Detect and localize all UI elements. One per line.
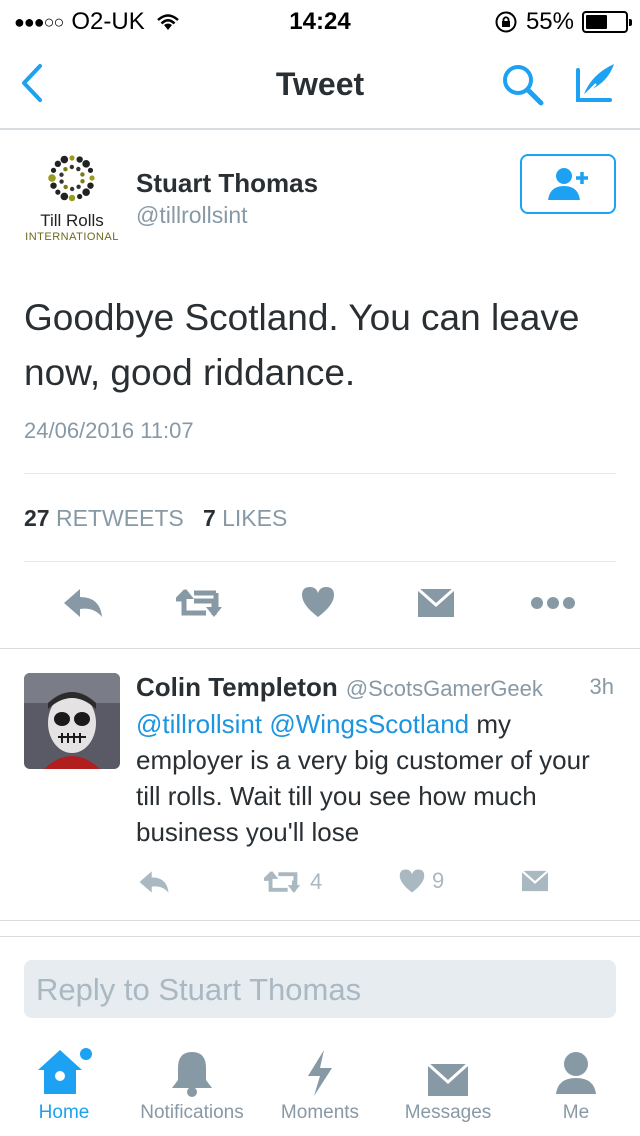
tweet-text: Goodbye Scotland. You can leave now, goo… bbox=[24, 297, 580, 393]
status-right: 55% bbox=[494, 8, 632, 36]
reply-actions: 4 9 bbox=[0, 868, 640, 902]
reply-message-button[interactable] bbox=[520, 868, 550, 894]
tweet-actions bbox=[0, 585, 640, 625]
more-button[interactable] bbox=[530, 585, 576, 626]
envelope-icon bbox=[417, 587, 455, 617]
likes-count: 7 bbox=[202, 505, 216, 531]
reply-author-line: Colin Templeton @ScotsGamerGeek bbox=[136, 672, 543, 703]
tab-me[interactable]: Me bbox=[512, 1040, 640, 1124]
battery-percent: 55% bbox=[525, 8, 574, 35]
reply-icon bbox=[64, 589, 102, 617]
retweet-label: RETWEETS bbox=[55, 505, 184, 531]
divider bbox=[0, 920, 640, 921]
reply-like-button[interactable]: 9 bbox=[398, 868, 444, 894]
retweet-icon bbox=[171, 589, 222, 617]
reply-retweet-button[interactable]: 4 bbox=[264, 868, 322, 896]
reply-button[interactable] bbox=[62, 585, 104, 626]
reply-like-count: 9 bbox=[432, 868, 445, 893]
divider bbox=[0, 936, 640, 937]
reply-avatar[interactable] bbox=[24, 673, 120, 769]
envelope-icon bbox=[426, 1062, 470, 1096]
reply-input[interactable]: Reply to Stuart Thomas bbox=[24, 960, 616, 1018]
reply-reply-button[interactable] bbox=[138, 868, 170, 896]
add-user-icon bbox=[548, 168, 588, 200]
lightning-icon bbox=[308, 1050, 332, 1096]
tab-label: Messages bbox=[404, 1102, 492, 1123]
envelope-icon bbox=[521, 870, 549, 892]
compose-button[interactable] bbox=[572, 60, 618, 111]
like-button[interactable] bbox=[300, 585, 336, 624]
tweet-timestamp: 24/06/2016 11:07 bbox=[24, 418, 194, 443]
reply-text: @tillrollsint @WingsScotland my employer… bbox=[136, 706, 616, 850]
tab-home[interactable]: Home bbox=[0, 1040, 128, 1124]
till-rolls-logo-icon bbox=[48, 155, 95, 202]
divider bbox=[0, 648, 640, 649]
retweet-count: 27 bbox=[24, 505, 50, 531]
status-bar: ●●●○○ O2-UK 14:24 55% bbox=[0, 0, 640, 40]
battery-icon bbox=[582, 11, 632, 33]
compose-quill-icon bbox=[576, 64, 614, 102]
message-button[interactable] bbox=[416, 585, 456, 626]
battery-fill bbox=[586, 15, 607, 29]
tab-label: Me bbox=[562, 1102, 590, 1123]
reply-author[interactable]: Colin Templeton bbox=[136, 672, 338, 702]
tab-notifications[interactable]: Notifications bbox=[128, 1040, 256, 1124]
author-avatar[interactable]: Till Rolls INTERNATIONAL bbox=[22, 152, 122, 247]
tab-moments[interactable]: Moments bbox=[256, 1040, 384, 1124]
author-name[interactable]: Stuart Thomas bbox=[136, 168, 318, 199]
bell-icon bbox=[172, 1052, 212, 1097]
face-paint-avatar-icon bbox=[24, 673, 120, 769]
tab-label: Notifications bbox=[140, 1102, 244, 1123]
mention-link[interactable]: @WingsScotland bbox=[269, 709, 469, 739]
reply-icon bbox=[139, 871, 169, 893]
tab-label: Moments bbox=[280, 1102, 360, 1123]
likes-stat[interactable]: 7 LIKES bbox=[203, 505, 287, 531]
search-icon bbox=[503, 65, 544, 106]
logo-subtitle: INTERNATIONAL bbox=[25, 231, 119, 243]
retweet-button[interactable] bbox=[171, 585, 224, 626]
tab-messages[interactable]: Messages bbox=[384, 1040, 512, 1124]
mention-link[interactable]: @tillrollsint bbox=[136, 709, 262, 739]
more-icon bbox=[531, 597, 575, 609]
logo-name: Till Rolls bbox=[40, 211, 104, 230]
follow-button[interactable] bbox=[520, 154, 616, 214]
search-button[interactable] bbox=[500, 62, 546, 113]
author-handle[interactable]: @tillrollsint bbox=[136, 202, 248, 229]
divider bbox=[24, 473, 616, 474]
divider bbox=[24, 561, 616, 562]
heart-icon bbox=[399, 869, 425, 893]
retweet-stat[interactable]: 27 RETWEETS bbox=[24, 505, 184, 531]
home-icon bbox=[38, 1048, 92, 1094]
reply-time: 3h bbox=[589, 674, 614, 699]
reply-placeholder: Reply to Stuart Thomas bbox=[36, 972, 362, 1007]
person-icon bbox=[556, 1052, 596, 1094]
tab-bar: Home Notifications Moments Messages Me bbox=[0, 1040, 640, 1136]
reply-retweet-count: 4 bbox=[310, 869, 323, 894]
heart-icon bbox=[302, 587, 334, 617]
tweet-stats: 27 RETWEETS 7 LIKES bbox=[24, 505, 287, 532]
nav-bar: Tweet bbox=[0, 40, 640, 130]
reply-handle[interactable]: @ScotsGamerGeek bbox=[346, 676, 543, 701]
rotation-lock-icon bbox=[494, 10, 518, 34]
retweet-icon bbox=[264, 871, 301, 893]
likes-label: LIKES bbox=[222, 505, 288, 531]
tab-label: Home bbox=[38, 1102, 90, 1123]
